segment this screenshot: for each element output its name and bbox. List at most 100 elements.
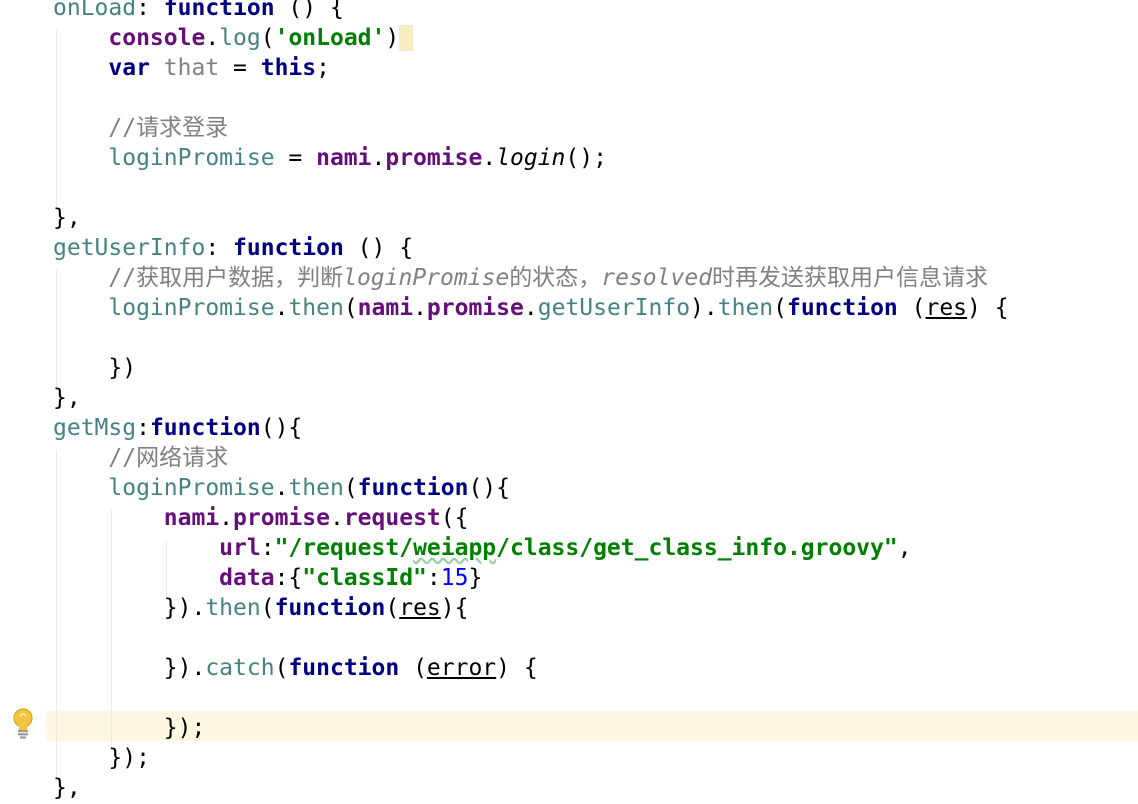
code-token: that	[163, 55, 220, 81]
code-line[interactable]: //获取用户数据，判断loginPromise的状态，resolved时再发送获…	[53, 263, 988, 293]
code-token: nami	[316, 145, 372, 171]
code-token: /class/get_class_info.groovy"	[496, 535, 898, 561]
editor-gutter[interactable]	[0, 0, 46, 804]
code-line[interactable]: }).catch(function (error) {	[53, 653, 538, 683]
lightbulb-icon[interactable]	[11, 707, 35, 741]
code-token: function	[149, 415, 261, 441]
code-line[interactable]: loginPromise = nami.promise.login();	[53, 143, 607, 173]
code-token: getUserInfo	[53, 235, 206, 261]
code-token: .	[482, 145, 497, 171]
code-line[interactable]: url:"/request/weiapp/class/get_class_inf…	[53, 533, 912, 563]
current-line-highlight	[46, 711, 1138, 741]
code-line[interactable]: nami.promise.request({	[53, 503, 469, 533]
code-token: //获取用户数据，判断	[108, 265, 344, 291]
code-token: :	[205, 235, 234, 261]
code-token: "classId"	[302, 565, 427, 591]
code-token: (	[773, 295, 787, 321]
code-line[interactable]: console.log('onLoad')	[53, 23, 414, 53]
code-line[interactable]: //网络请求	[53, 443, 228, 473]
code-token: loginPromise	[108, 145, 275, 171]
code-token: )	[385, 25, 400, 51]
code-token: },	[53, 205, 81, 231]
code-token: ;	[316, 55, 330, 81]
code-token: nami	[163, 505, 220, 531]
code-token: (	[399, 655, 427, 681]
code-token: weiapp	[413, 535, 497, 561]
code-token: });	[53, 715, 206, 741]
code-line[interactable]: })	[53, 353, 136, 383]
code-token: resolved	[601, 265, 713, 291]
code-line[interactable]: data:{"classId":15}	[53, 563, 482, 593]
code-token: getMsg	[53, 415, 137, 441]
code-line[interactable]: loginPromise.then(nami.promise.getUserIn…	[53, 293, 1008, 323]
code-token: ();	[565, 145, 607, 171]
code-token: function	[274, 595, 386, 621]
code-token: nami	[357, 295, 414, 321]
code-line[interactable]: onLoad: function () {	[53, 0, 344, 23]
code-line[interactable]: },	[53, 383, 81, 413]
code-token: ,	[897, 535, 912, 561]
code-token: request	[343, 505, 441, 531]
code-token: (	[897, 295, 926, 321]
code-token: 时再发送获取用户信息请求	[712, 265, 989, 291]
code-token: (	[260, 595, 275, 621]
code-token: ){	[440, 595, 469, 621]
code-token: loginPromise	[108, 295, 275, 321]
code-token: :	[260, 535, 275, 561]
code-token: () {	[343, 235, 414, 261]
code-token: :	[426, 565, 441, 591]
code-line[interactable]: }).then(function(res){	[53, 593, 469, 623]
code-token: (){	[260, 415, 303, 441]
code-token: .	[274, 475, 289, 501]
code-token: (	[343, 475, 358, 501]
code-token	[399, 25, 414, 51]
code-token: then	[288, 475, 344, 501]
code-token: then	[205, 595, 261, 621]
code-line[interactable]: },	[53, 773, 81, 803]
code-token: url	[219, 535, 261, 561]
code-line[interactable]: },	[53, 203, 81, 233]
code-line[interactable]: });	[53, 743, 150, 773]
code-token: },	[53, 385, 81, 411]
code-token: ({	[440, 505, 469, 531]
code-token: //网络请求	[108, 445, 229, 471]
code-token: res	[399, 595, 441, 621]
code-token: then	[288, 295, 344, 321]
code-line[interactable]: var that = this;	[53, 53, 330, 83]
code-line[interactable]: });	[53, 713, 206, 743]
code-token: "/request/	[274, 535, 414, 561]
code-token: }).	[53, 655, 206, 681]
code-token: var	[108, 55, 150, 81]
code-token: loginPromise	[343, 265, 510, 291]
code-token: (	[385, 595, 400, 621]
code-editor[interactable]: onLoad: function () { console.log('onLoa…	[0, 0, 1138, 804]
code-line[interactable]: loginPromise.then(function(){	[53, 473, 510, 503]
code-token: loginPromise	[108, 475, 275, 501]
code-token: .	[413, 295, 427, 321]
code-token: =	[274, 145, 317, 171]
code-token: :	[136, 415, 150, 441]
code-token: }	[468, 565, 483, 591]
code-token: (){	[468, 475, 510, 501]
code-token: .	[523, 295, 538, 321]
code-token: ).	[690, 295, 718, 321]
code-token: console	[108, 25, 206, 51]
code-token: (	[260, 25, 275, 51]
code-line[interactable]: getUserInfo: function () {	[53, 233, 413, 263]
code-token: :	[136, 0, 164, 21]
code-token: catch	[205, 655, 275, 681]
code-token: 'onLoad'	[274, 25, 386, 51]
code-line[interactable]: //请求登录	[53, 113, 228, 143]
code-token: .	[371, 145, 386, 171]
code-line[interactable]: getMsg:function(){	[53, 413, 302, 443]
code-token: onLoad	[53, 0, 137, 21]
